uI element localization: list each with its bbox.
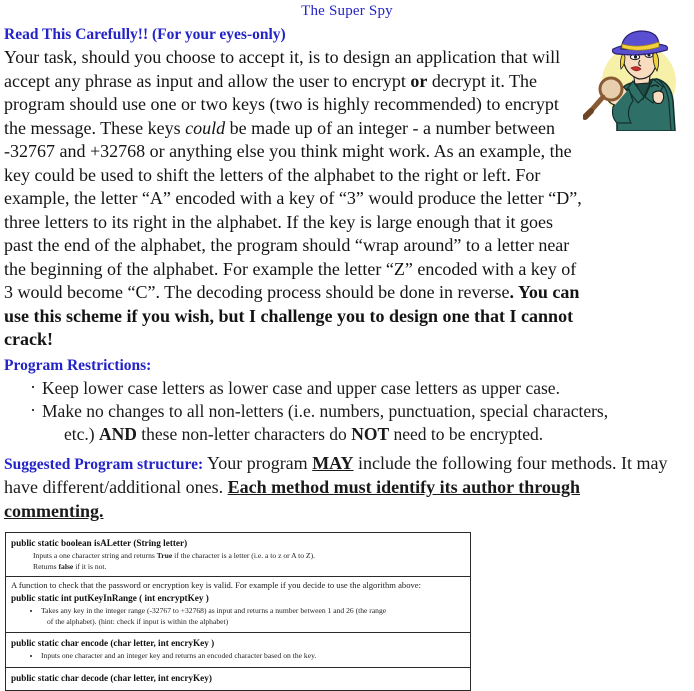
intro-bold-or: or (410, 70, 428, 91)
method-bullet-list: Takes any key in the integer range (-327… (11, 606, 465, 627)
restriction-item-2: Make no changes to all non-letters (i.e.… (42, 400, 609, 421)
desc-text-d: if it is not. (73, 561, 107, 571)
section-heading-program-restrictions: Program Restrictions: (4, 356, 152, 374)
table-row: public static char encode (char letter, … (5, 632, 471, 668)
method-bullet-list: Inputs one character and an integer key … (11, 651, 465, 662)
restriction-cont-c: need to be encrypted. (389, 423, 544, 444)
intro-paragraph: Your task, should you choose to accept i… (4, 46, 584, 352)
method-description-line: Inputs a one character string and return… (33, 551, 465, 562)
restriction-item-2-continuation: etc.) AND these non-letter characters do… (42, 423, 692, 446)
method-signature: public static char encode (char letter, … (11, 638, 215, 649)
method-signature: public static int putKeyInRange ( int en… (11, 593, 209, 603)
restriction-cont-b: these non-letter characters do (136, 423, 352, 444)
method-signature: public static boolean isALetter (String … (11, 538, 188, 548)
restrictions-list: Keep lower case letters as lower case an… (4, 376, 692, 446)
table-row: public static boolean isALetter (String … (5, 532, 471, 577)
desc-bold-false: false (58, 561, 74, 571)
suggested-label: Suggested Program structure: (4, 455, 204, 473)
spy-detective-illustration (582, 27, 687, 132)
method-description-line: Returns false if it is not. (33, 562, 465, 573)
method-cell-isaletter: public static boolean isALetter (String … (5, 532, 471, 577)
list-item: Make no changes to all non-letters (i.e.… (30, 399, 692, 446)
intro-italic-could: could (185, 117, 226, 138)
bullet-main: Takes any key in the integer range (-327… (41, 606, 387, 615)
desc-text-c: Returns (33, 561, 59, 571)
restriction-bold-not: NOT (351, 423, 390, 444)
list-item: Takes any key in the integer range (-327… (41, 606, 465, 627)
table-row: A function to check that the password or… (5, 575, 471, 634)
restriction-bold-and: AND (98, 423, 137, 444)
method-preamble: A function to check that the password or… (11, 580, 422, 590)
method-cell-decode: public static char decode (char letter, … (5, 666, 471, 691)
method-signatures-table: public static boolean isALetter (String … (5, 532, 471, 691)
page-title: The Super Spy (301, 3, 393, 19)
method-cell-putkeyinrange: A function to check that the password or… (5, 575, 471, 634)
desc-text-b: if the character is a letter (i.e. a to … (172, 551, 315, 560)
suggested-bold-may: MAY (312, 452, 354, 473)
restriction-cont-a: etc.) (64, 423, 99, 444)
method-signature: public static char decode (char letter, … (11, 672, 212, 683)
restriction-item-1: Keep lower case letters as lower case an… (42, 377, 560, 398)
bullet-continuation: of the alphabet). (hint: check if input … (47, 616, 229, 626)
suggested-text-a: Your program (203, 452, 313, 473)
list-item: Keep lower case letters as lower case an… (30, 376, 692, 400)
desc-text-a: Inputs a one character string and return… (33, 551, 157, 560)
desc-bold-true: True (156, 551, 173, 560)
suggested-structure-paragraph: Suggested Program structure: Your progra… (4, 452, 668, 524)
intro-text-c: be made up of an integer - a number betw… (4, 117, 582, 303)
table-row: public static char decode (char letter, … (5, 666, 471, 691)
method-cell-encode: public static char encode (char letter, … (5, 632, 471, 668)
bullet-main: Inputs one character and an integer key … (41, 651, 317, 661)
list-item: Inputs one character and an integer key … (41, 651, 465, 662)
document-page: The Super Spy Read This Carefully!! (For… (0, 0, 694, 691)
